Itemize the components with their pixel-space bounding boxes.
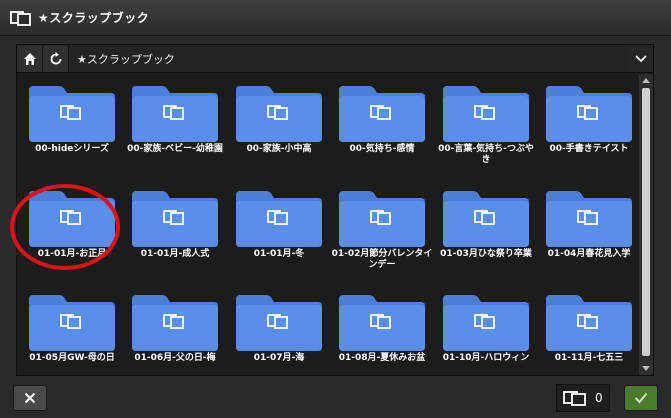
folder-label: 01-03月ひな祭り卒業 [440,249,532,259]
scroll-thumb[interactable] [642,88,650,356]
folder-item[interactable]: 00-言葉-気持ち-つぶやき [438,78,534,178]
folder-label: 01-01月-お正月 [37,249,107,259]
folder-item[interactable]: 00-家族-小中高 [234,78,324,178]
folder-label: 00-言葉-気持ち-つぶやき [438,144,534,165]
folder-item[interactable]: 01-01月-成人式 [130,183,220,283]
folder-label: 00-家族-小中高 [246,144,312,154]
vertical-scrollbar[interactable] [639,74,653,375]
folder-icon [29,86,115,142]
folder-icon [339,86,425,142]
window-title: ★スクラップブック [38,11,150,25]
folder-label: 01-02月節分バレンタインデー [331,249,433,270]
folder-item[interactable]: 01-11月-七五三 [544,287,634,375]
scroll-up-arrow[interactable] [642,78,650,83]
folder-label: 01-08月-夏休みお盆 [338,353,426,363]
dialog-footer: 0 [0,378,671,418]
window-titlebar: ★スクラップブック [0,0,671,36]
folder-label: 00-気持ち-感情 [349,144,415,154]
selection-count: 0 [556,384,610,412]
check-icon [634,392,648,404]
path-dropdown-button[interactable] [629,46,653,72]
folder-icon [443,191,529,247]
folder-item[interactable]: 00-hideシリーズ [27,78,117,178]
navigation-bar: ★スクラップブック [17,45,653,73]
folder-label: 01-05月GW-母の日 [29,353,115,363]
folder-label: 01-04月春花見入学 [547,249,631,259]
folder-label: 00-hideシリーズ [35,144,109,154]
folder-icon [29,295,115,351]
folder-icon [443,86,529,142]
folder-item[interactable]: 01-01月-冬 [234,183,324,283]
folder-icon [132,191,218,247]
chevron-down-icon [635,54,647,62]
folder-icon [132,86,218,142]
folder-item[interactable]: 00-気持ち-感情 [337,78,427,178]
folder-label: 01-06月-父の日-梅 [134,353,216,363]
folder-icon [339,191,425,247]
scrapbook-icon [563,391,586,406]
folder-label: 01-10月-ハロウィン [442,353,530,363]
folder-label: 01-11月-七五三 [554,353,624,363]
folder-item[interactable]: 01-07月-海 [234,287,324,375]
refresh-button[interactable] [43,45,69,72]
close-icon [24,392,36,404]
folder-icon [29,191,115,247]
folder-item[interactable]: 00-家族-ベビー-幼稚園 [127,78,223,178]
folder-item[interactable]: 01-04月春花見入学 [544,183,634,283]
folder-item[interactable]: 01-10月-ハロウィン [441,287,531,375]
home-icon [23,52,36,65]
folder-icon [132,295,218,351]
folder-label: 01-07月-海 [253,353,305,363]
scroll-down-arrow[interactable] [642,366,650,371]
folder-item[interactable]: 00-手書きテイスト [544,78,634,178]
folder-label: 00-家族-ベビー-幼稚園 [127,144,223,154]
home-button[interactable] [17,45,43,72]
folder-item[interactable]: 01-08月-夏休みお盆 [337,287,427,375]
folder-label: 00-手書きテイスト [549,144,629,154]
folder-item[interactable]: 01-05月GW-母の日 [27,287,117,375]
folder-icon [339,295,425,351]
folder-item[interactable]: 01-06月-父の日-梅 [130,287,220,375]
folder-item[interactable]: 01-01月-お正月 [27,183,117,283]
folder-icon [236,295,322,351]
folder-item[interactable]: 01-02月節分バレンタインデー [332,183,432,283]
folder-item[interactable]: 01-03月ひな祭り卒業 [440,183,532,283]
close-button[interactable] [13,385,47,411]
folder-grid: 00-hideシリーズ 00-家族-ベビー-幼稚園 00-家族-小中高 00-気持ち-… [17,74,639,375]
selection-count-value: 0 [595,391,603,405]
folder-label: 01-01月-冬 [253,249,305,259]
scrapbook-icon [10,10,31,26]
folder-icon [236,191,322,247]
refresh-icon [50,51,61,64]
folder-icon [546,295,632,351]
folder-label: 01-01月-成人式 [140,249,210,259]
folder-icon [546,191,632,247]
folder-icon [236,86,322,142]
confirm-button[interactable] [624,385,658,411]
path-breadcrumb[interactable]: ★スクラップブック [69,45,629,72]
folder-icon [443,295,529,351]
folder-icon [546,86,632,142]
browser-panel: ★スクラップブック 00-hideシリーズ 00-家族-ベビー-幼稚園 00-家族-… [16,44,654,376]
